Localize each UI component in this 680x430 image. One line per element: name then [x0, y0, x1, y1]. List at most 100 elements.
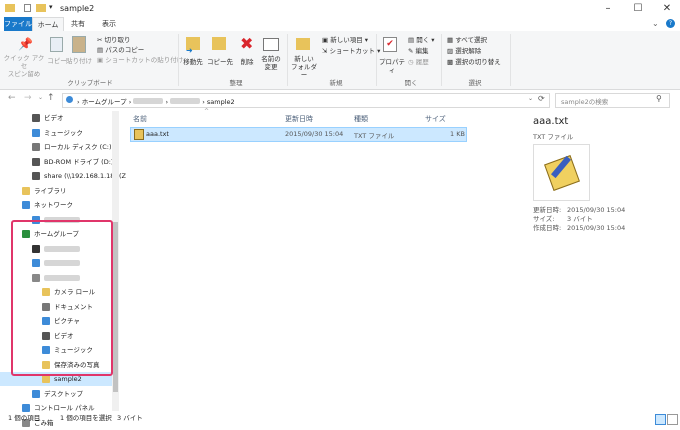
select-none-button[interactable]: ▨ 選択解除	[447, 47, 481, 56]
file-size: 1 KB	[450, 130, 465, 138]
history-button[interactable]: ◷ 履歴	[408, 58, 429, 67]
disc-icon	[32, 157, 40, 166]
close-button[interactable]: ✕	[652, 0, 680, 17]
title-bar: ▾ sample2 – ☐ ✕	[0, 0, 680, 18]
folder-icon	[5, 4, 15, 12]
edit-button[interactable]: ✎ 編集	[408, 47, 429, 56]
sidebar-item[interactable]: BD-ROM ドライブ (D:)	[0, 155, 113, 169]
copy-path-button[interactable]: ▤ パスのコピー	[97, 46, 144, 55]
breadcrumb-blurred[interactable]	[170, 98, 201, 104]
group-label-select: 選択	[468, 79, 482, 87]
sidebar-item[interactable]: ネットワーク	[0, 198, 112, 212]
folder-icon[interactable]	[36, 4, 46, 12]
network-drive-icon	[32, 172, 40, 180]
sidebar-item[interactable]: ビデオ	[0, 111, 112, 125]
ribbon-tabs: ファイル ホーム 共有 表示 ⌄ ?	[0, 17, 680, 32]
column-header-date[interactable]: 更新日時	[285, 114, 313, 124]
nav-scrollbar-thumb[interactable]	[113, 222, 118, 392]
properties-icon: ✔	[383, 37, 397, 52]
paste-button[interactable]: 貼り付け	[66, 57, 92, 65]
ribbon-separator	[510, 34, 511, 86]
file-name[interactable]: aaa.txt	[146, 130, 169, 138]
minimize-button[interactable]: –	[593, 0, 623, 17]
status-size: 3 バイト	[117, 414, 143, 422]
preview-filetype: TXT ファイル	[533, 133, 574, 141]
file-date: 2015/09/30 15:04	[285, 130, 344, 138]
breadcrumb: › ホームグループ › › › sample2	[77, 96, 235, 106]
breadcrumb-separator: ›	[165, 98, 169, 106]
sidebar-item[interactable]: ミュージック	[0, 126, 112, 140]
details-view-icon[interactable]	[655, 414, 666, 425]
search-placeholder: sample2の検索	[561, 98, 609, 106]
move-to-button[interactable]: 移動先	[180, 58, 206, 66]
sidebar-item[interactable]: デスクトップ	[0, 387, 112, 401]
tab-share[interactable]: 共有	[66, 17, 90, 31]
delete-icon: ✖	[240, 34, 254, 53]
new-folder-icon	[296, 38, 310, 50]
help-icon[interactable]: ?	[666, 19, 675, 28]
ribbon-separator	[178, 34, 179, 86]
group-label-new: 新規	[329, 79, 343, 87]
sidebar-item[interactable]: ローカル ディスク (C:)	[0, 140, 112, 154]
maximize-button[interactable]: ☐	[623, 0, 653, 17]
breadcrumb-blurred[interactable]	[133, 98, 164, 104]
breadcrumb-homegroup[interactable]: ホームグループ	[82, 98, 127, 106]
cut-button[interactable]: ✂ 切り取り	[97, 36, 131, 45]
large-icons-view-icon[interactable]	[667, 414, 678, 425]
group-label-open: 開く	[404, 79, 418, 87]
chevron-down-icon[interactable]: ⌄	[652, 19, 659, 28]
shortcut-button[interactable]: ⇲ ショートカット ▾	[322, 47, 380, 56]
rename-button[interactable]: 名前の 変更	[258, 55, 284, 71]
select-all-button[interactable]: ▦ すべて選択	[447, 36, 487, 45]
properties-button[interactable]: プロパティ	[377, 58, 407, 74]
tab-home[interactable]: ホーム	[32, 17, 64, 32]
paste-icon	[72, 36, 86, 53]
preview-properties: 更新日時: 2015/09/30 15:04 サイズ: 3 バイト 作成日時: 201…	[533, 206, 625, 233]
copy-to-icon	[212, 37, 226, 50]
pin-icon: 📌	[18, 37, 33, 51]
pin-to-quick-access-button[interactable]: クイック アクセ スピン留め	[2, 54, 46, 78]
column-header-type[interactable]: 種類	[354, 114, 368, 124]
highlight-box	[11, 220, 113, 376]
drive-icon	[32, 143, 40, 151]
tab-file[interactable]: ファイル	[4, 17, 32, 31]
copy-to-button[interactable]: コピー先	[206, 58, 234, 66]
search-icon[interactable]: ⚲	[656, 94, 662, 103]
delete-button[interactable]: 削除	[236, 58, 258, 66]
file-type: TXT ファイル	[354, 132, 395, 140]
back-icon[interactable]: ←	[8, 93, 16, 103]
folder-icon	[42, 375, 50, 383]
paste-shortcut-button[interactable]: ▣ ショートカットの貼り付け	[97, 56, 183, 65]
group-label-organize: 整理	[229, 79, 243, 87]
breadcrumb-separator: ›	[77, 98, 80, 106]
chevron-up-icon: ^	[204, 108, 210, 115]
arrow-icon: ➜	[186, 46, 193, 55]
property-row: サイズ: 3 バイト	[533, 215, 593, 223]
column-header-name[interactable]: 名前	[133, 114, 147, 124]
tab-view[interactable]: 表示	[96, 17, 122, 31]
property-row: 更新日時: 2015/09/30 15:04	[533, 206, 626, 214]
window-title: sample2	[60, 4, 95, 13]
sidebar-item[interactable]: ライブラリ	[0, 184, 112, 198]
checkbox-icon[interactable]	[24, 4, 31, 12]
forward-icon[interactable]: →	[24, 93, 32, 103]
column-header-size[interactable]: サイズ	[425, 114, 446, 124]
breadcrumb-current[interactable]: sample2	[207, 98, 235, 106]
chevron-down-icon[interactable]: ⌄	[528, 95, 533, 102]
ribbon-separator	[441, 34, 442, 86]
status-count: 1 個の項目	[8, 414, 41, 422]
new-item-button[interactable]: ▣ 新しい項目 ▾	[322, 36, 368, 45]
refresh-icon[interactable]: ⟳	[538, 94, 545, 103]
group-label-clipboard: クリップボード	[67, 79, 113, 87]
open-button[interactable]: ▤ 開く ▾	[408, 36, 435, 45]
text-file-icon	[134, 129, 144, 140]
preview-thumbnail	[533, 144, 590, 201]
sidebar-item[interactable]: share (\\192.168.1.18) (Z	[0, 169, 126, 183]
chevron-down-icon[interactable]: ⌄	[38, 94, 43, 101]
new-folder-button[interactable]: 新しい フォルダー	[288, 55, 320, 79]
invert-selection-button[interactable]: ▩ 選択の切り替え	[447, 58, 501, 67]
sidebar-item-label: ネットワーク	[34, 201, 73, 209]
chevron-down-icon[interactable]: ▾	[49, 3, 53, 11]
up-icon[interactable]: ↑	[47, 93, 55, 103]
copy-icon	[50, 37, 63, 52]
